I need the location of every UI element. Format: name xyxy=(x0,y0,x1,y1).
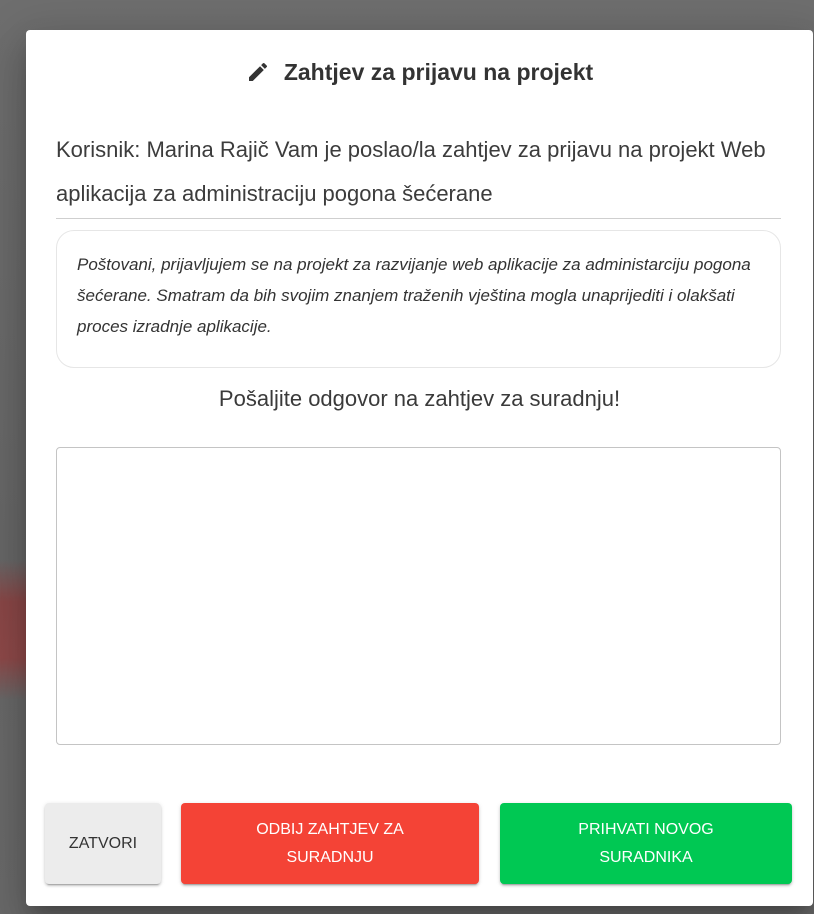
dialog-header: Zahtjev za prijavu na projekt xyxy=(26,54,813,90)
reply-textarea[interactable] xyxy=(56,447,781,745)
divider xyxy=(56,218,781,219)
applicant-message: Poštovani, prijavljujem se na projekt za… xyxy=(77,255,751,336)
reply-prompt: Pošaljite odgovor na zahtjev za suradnju… xyxy=(218,386,621,411)
request-dialog: Zahtjev za prijavu na projekt Korisnik: … xyxy=(26,30,813,906)
dialog-title: Zahtjev za prijavu na projekt xyxy=(283,58,594,85)
close-button-label: ZATVORI xyxy=(68,834,138,852)
close-button[interactable]: ZATVORI xyxy=(45,803,161,884)
background-page-fragment xyxy=(0,560,26,700)
accept-button-label: PRIHVATI NOVOG SURADNIKA xyxy=(578,820,714,866)
pencil-icon xyxy=(246,60,270,84)
accept-collaborator-button[interactable]: PRIHVATI NOVOG SURADNIKA xyxy=(500,803,792,884)
reject-request-button[interactable]: ODBIJ ZAHTJEV ZA SURADNJU xyxy=(181,803,479,884)
reject-button-label: ODBIJ ZAHTJEV ZA SURADNJU xyxy=(256,820,404,866)
applicant-message-box: Poštovani, prijavljujem se na projekt za… xyxy=(56,230,781,368)
request-intro-text: Korisnik: Marina Rajič Vam je poslao/la … xyxy=(56,137,766,206)
